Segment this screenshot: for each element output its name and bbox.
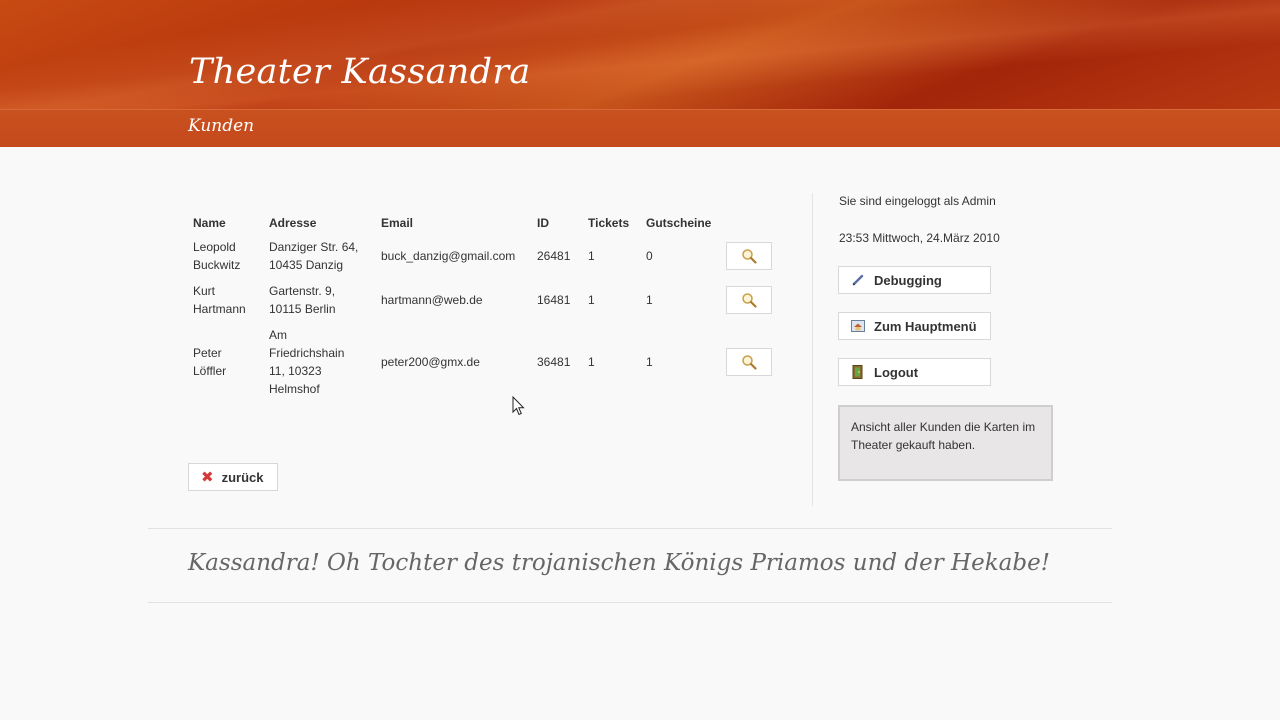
customers-table: Name Adresse Email ID Tickets Gutscheine… (187, 212, 778, 402)
cell-gutscheine: 1 (646, 355, 653, 369)
column-header-name: Name (193, 216, 226, 230)
column-header-email: Email (381, 216, 414, 230)
sidebar-divider (812, 193, 813, 506)
column-header-address: Adresse (269, 216, 317, 230)
cell-name: Leopold Buckwitz (187, 234, 263, 278)
mouse-cursor-icon (512, 396, 525, 416)
debugging-button[interactable]: Debugging (838, 266, 991, 294)
info-box: Ansicht aller Kunden die Karten im Theat… (838, 405, 1053, 481)
main-menu-button-label: Zum Hauptmenü (874, 318, 977, 334)
address-line: Friedrichshain (269, 346, 345, 360)
cell-email: hartmann@web.de (381, 293, 483, 307)
login-status: Sie sind eingeloggt als Admin (839, 194, 996, 208)
cell-name: Peter Löffler (187, 322, 263, 402)
column-header-action (720, 212, 778, 234)
address-line: 11, 10323 (269, 364, 322, 378)
debugging-button-label: Debugging (874, 272, 942, 288)
address-line: Gartenstr. 9, (269, 284, 336, 298)
current-datetime: 23:53 Mittwoch, 24.März 2010 (839, 231, 1000, 245)
back-button[interactable]: ✖ zurück (188, 463, 278, 491)
table-header-row: Name Adresse Email ID Tickets Gutscheine (187, 212, 778, 234)
cell-gutscheine: 0 (646, 249, 653, 263)
name-line: Buckwitz (193, 258, 241, 272)
cell-id: 26481 (537, 249, 571, 263)
pencil-icon (850, 272, 866, 288)
magnifier-icon (742, 355, 757, 370)
page-subtitle: Kunden (188, 116, 255, 136)
cell-tickets: 1 (588, 355, 595, 369)
cell-address: Am Friedrichshain 11, 10323 Helmshof (263, 322, 375, 402)
column-header-tickets: Tickets (588, 216, 630, 230)
column-header-id: ID (537, 216, 549, 230)
address-line: Danziger Str. 64, (269, 240, 359, 254)
view-details-button[interactable] (726, 242, 772, 270)
logout-button-label: Logout (874, 364, 919, 380)
address-line: 10115 Berlin (269, 302, 336, 316)
address-line: Helmshof (269, 382, 320, 396)
cell-address: Danziger Str. 64, 10435 Danzig (263, 234, 375, 278)
table-row: Leopold Buckwitz Danziger Str. 64, 10435… (187, 234, 778, 278)
cell-gutscheine: 1 (646, 293, 653, 307)
back-button-label: zurück (221, 469, 264, 485)
address-line: Am (269, 328, 287, 342)
footer-quote: Kassandra! Oh Tochter des trojanischen K… (188, 550, 1050, 576)
view-details-button[interactable] (726, 286, 772, 314)
home-menu-icon (850, 318, 866, 334)
site-title: Theater Kassandra (189, 52, 531, 92)
cell-tickets: 1 (588, 293, 595, 307)
footer-divider-top (148, 528, 1112, 529)
cell-email: peter200@gmx.de (381, 355, 480, 369)
name-line: Löffler (193, 364, 227, 378)
cell-action (720, 234, 778, 278)
name-line: Peter (193, 346, 222, 360)
cell-tickets: 1 (588, 249, 595, 263)
cell-id: 36481 (537, 355, 571, 369)
cell-action (720, 278, 778, 322)
view-details-button[interactable] (726, 348, 772, 376)
red-x-icon: ✖ (201, 469, 214, 486)
cell-action (720, 322, 778, 402)
cell-id: 16481 (537, 293, 571, 307)
address-line: 10435 Danzig (269, 258, 344, 272)
logout-door-icon (850, 364, 866, 380)
cell-name: Kurt Hartmann (187, 278, 263, 322)
name-line: Kurt (193, 284, 216, 298)
column-header-gutscheine: Gutscheine (646, 216, 712, 230)
magnifier-icon (742, 249, 757, 264)
table-row: Peter Löffler Am Friedrichshain 11, 1032… (187, 322, 778, 402)
name-line: Hartmann (193, 302, 246, 316)
logout-button[interactable]: Logout (838, 358, 991, 386)
magnifier-icon (742, 293, 757, 308)
name-line: Leopold (193, 240, 236, 254)
cell-email: buck_danzig@gmail.com (381, 249, 516, 263)
cell-address: Gartenstr. 9, 10115 Berlin (263, 278, 375, 322)
footer-divider-bottom (148, 602, 1112, 603)
main-menu-button[interactable]: Zum Hauptmenü (838, 312, 991, 340)
table-row: Kurt Hartmann Gartenstr. 9, 10115 Berlin… (187, 278, 778, 322)
